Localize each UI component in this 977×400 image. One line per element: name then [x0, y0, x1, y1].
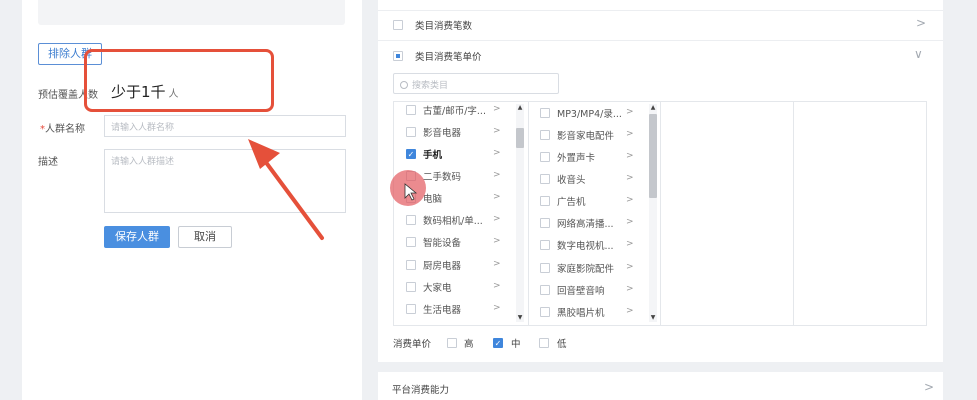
search-icon: [400, 81, 408, 89]
category-item-selected[interactable]: 手机: [423, 147, 442, 161]
scrollbar-thumb-col1[interactable]: [516, 128, 524, 148]
category-checkbox[interactable]: [540, 218, 550, 228]
category-item[interactable]: 大家电: [423, 280, 452, 294]
category-checkbox[interactable]: [540, 285, 550, 295]
category-item[interactable]: 影音家电配件: [557, 128, 614, 142]
column-divider: [660, 101, 661, 326]
chevron-right-icon[interactable]: >: [493, 126, 501, 136]
chevron-right-icon[interactable]: >: [916, 16, 926, 30]
right-panel-bottom: [378, 372, 943, 400]
chevron-right-icon[interactable]: >: [493, 148, 501, 158]
annotation-arrow-icon: [248, 139, 324, 240]
category-checkbox[interactable]: [406, 105, 416, 115]
price-high-label: 高: [464, 339, 474, 350]
category-checkbox[interactable]: [406, 127, 416, 137]
category-checkbox[interactable]: [540, 130, 550, 140]
category-item[interactable]: 广告机: [557, 194, 586, 208]
left-top-box: [38, 0, 345, 25]
chevron-right-icon[interactable]: >: [626, 239, 634, 249]
price-high-checkbox[interactable]: [447, 338, 457, 348]
price-label: 消费单价: [393, 339, 432, 350]
search-placeholder: 搜索类目: [412, 81, 449, 91]
category-item[interactable]: 回音壁音响: [557, 283, 605, 297]
highlight-annotation-box: [84, 49, 274, 112]
crowd-name-label-text: 人群名称: [45, 124, 85, 135]
category-checkbox[interactable]: [406, 215, 416, 225]
crowd-name-label: *人群名称: [40, 120, 85, 135]
chevron-right-icon[interactable]: >: [493, 170, 501, 180]
column-divider: [793, 101, 794, 326]
row-label-count: 类目消费笔数: [415, 21, 473, 32]
scroll-up-icon[interactable]: ▲: [649, 104, 657, 111]
chevron-right-icon[interactable]: >: [493, 236, 501, 246]
category-checkbox-checked[interactable]: ✓: [406, 149, 416, 159]
price-low-checkbox[interactable]: [539, 338, 549, 348]
scrollbar-thumb-col2[interactable]: [649, 114, 657, 198]
chevron-right-icon[interactable]: >: [626, 107, 634, 117]
category-search-input[interactable]: 搜索类目: [393, 73, 559, 94]
category-item[interactable]: 古董/邮币/字...: [423, 103, 486, 117]
category-item[interactable]: 网络高清播...: [557, 216, 614, 230]
column-divider: [528, 101, 529, 326]
category-item[interactable]: 厨房电器: [423, 258, 461, 272]
scroll-down-icon[interactable]: ▼: [516, 314, 524, 321]
cancel-button[interactable]: 取消: [178, 226, 232, 248]
category-checkbox[interactable]: [540, 240, 550, 250]
category-checkbox[interactable]: [406, 260, 416, 270]
category-item[interactable]: 智能设备: [423, 235, 461, 249]
category-item[interactable]: 数码相机/单...: [423, 213, 483, 227]
category-checkbox[interactable]: [406, 282, 416, 292]
category-item[interactable]: 收音头: [557, 172, 586, 186]
category-item[interactable]: 二手数码: [423, 169, 461, 183]
category-item[interactable]: 电脑: [423, 191, 442, 205]
chevron-down-icon[interactable]: ∨: [914, 47, 923, 61]
row-label-unit-price: 类目消费笔单价: [415, 52, 482, 63]
row-label-platform-capacity: 平台消费能力: [392, 385, 450, 396]
price-mid-checkbox[interactable]: ✓: [493, 338, 503, 348]
scroll-down-icon[interactable]: ▼: [649, 314, 657, 321]
row-checkbox-partial[interactable]: [393, 51, 403, 61]
category-item[interactable]: 影音电器: [423, 125, 461, 139]
crowd-name-input[interactable]: 请输入人群名称: [104, 115, 346, 137]
chevron-right-icon[interactable]: >: [493, 259, 501, 269]
chevron-right-icon[interactable]: >: [493, 303, 501, 313]
row-checkbox[interactable]: [393, 20, 403, 30]
chevron-right-icon[interactable]: >: [626, 306, 634, 316]
mouse-cursor-icon: [404, 183, 418, 201]
category-item[interactable]: MP3/MP4/录...: [557, 106, 622, 120]
row-divider: [378, 10, 943, 11]
category-checkbox[interactable]: [540, 196, 550, 206]
chevron-right-icon[interactable]: >: [924, 380, 934, 394]
scroll-up-icon[interactable]: ▲: [516, 104, 524, 111]
chevron-right-icon[interactable]: >: [626, 151, 634, 161]
chevron-right-icon[interactable]: >: [626, 217, 634, 227]
category-item[interactable]: 生活电器: [423, 302, 461, 316]
save-crowd-button[interactable]: 保存人群: [104, 226, 170, 248]
category-checkbox[interactable]: [540, 307, 550, 317]
chevron-right-icon[interactable]: >: [493, 104, 501, 114]
category-checkbox[interactable]: [540, 174, 550, 184]
chevron-right-icon[interactable]: >: [626, 129, 634, 139]
category-item[interactable]: 外置声卡: [557, 150, 595, 164]
chevron-right-icon[interactable]: >: [626, 262, 634, 272]
row-divider: [378, 40, 943, 41]
category-checkbox[interactable]: [406, 237, 416, 247]
chevron-right-icon[interactable]: >: [493, 214, 501, 224]
price-mid-label: 中: [511, 339, 521, 350]
description-label: 描述: [38, 157, 58, 168]
category-item[interactable]: 数字电视机...: [557, 238, 614, 252]
category-checkbox[interactable]: [540, 108, 550, 118]
category-checkbox[interactable]: [540, 263, 550, 273]
category-item[interactable]: 家庭影院配件: [557, 261, 614, 275]
chevron-right-icon[interactable]: >: [626, 173, 634, 183]
chevron-right-icon[interactable]: >: [626, 195, 634, 205]
chevron-right-icon[interactable]: >: [626, 284, 634, 294]
category-checkbox[interactable]: [540, 152, 550, 162]
price-low-label: 低: [557, 339, 567, 350]
category-checkbox[interactable]: [406, 304, 416, 314]
chevron-right-icon[interactable]: >: [493, 192, 501, 202]
category-item[interactable]: 黑胶唱片机: [557, 305, 605, 319]
chevron-right-icon[interactable]: >: [493, 281, 501, 291]
